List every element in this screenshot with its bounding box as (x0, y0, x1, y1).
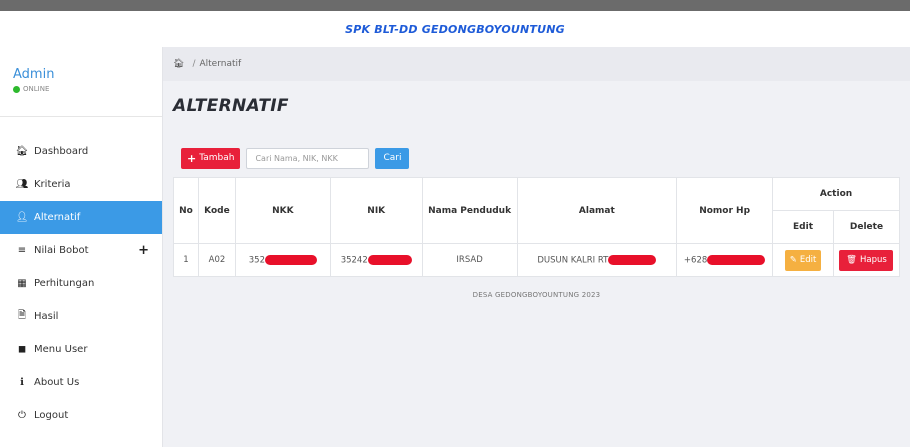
col-header-no: No (173, 177, 199, 244)
col-header-alamat: Alamat (516, 177, 678, 244)
cell-nik: 35242 (329, 243, 423, 277)
add-button-label: Tambah (199, 153, 235, 163)
calculator-icon: ▦ (17, 278, 27, 289)
cell-alamat: DUSUN KALRI RT (516, 243, 678, 277)
home-icon: 🏠︎ (15, 146, 29, 157)
top-header: SPK BLT-DD GEDONGBOYOUNTUNG (0, 0, 910, 47)
delete-button[interactable]: 🗑︎ Hapus (839, 249, 894, 271)
sidebar-item-label: Kriteria (34, 179, 71, 190)
user-square-icon: ◼ (17, 344, 27, 355)
user-name: Admin (13, 67, 55, 82)
sidebar-item-menu-user[interactable]: ◼ Menu User (0, 333, 162, 366)
user-icon: 👤︎ (15, 212, 29, 223)
cell-hp-text: +628 (683, 255, 708, 266)
user-status: ONLINE (13, 85, 162, 93)
sidebar-item-label: Alternatif (34, 212, 81, 223)
plus-icon: + (187, 151, 197, 165)
redaction-mark (264, 254, 317, 265)
redaction-mark (608, 254, 657, 265)
delete-button-label: Hapus (859, 255, 887, 265)
sidebar: Admin ONLINE 🏠︎ Dashboard 👥︎ Kriteria 👤︎… (0, 47, 163, 447)
user-status-label: ONLINE (23, 85, 50, 93)
sidebar-item-logout[interactable]: ⏻ Logout (0, 399, 162, 432)
cell-delete: 🗑︎ Hapus (832, 243, 901, 277)
add-button[interactable]: + Tambah (181, 147, 241, 169)
breadcrumb: 🏠︎ / Alternatif (163, 47, 910, 81)
edit-button-label: Edit (799, 255, 817, 265)
breadcrumb-separator: / (192, 59, 196, 69)
table-row: 1 A02 352 35242 IRSAD DUSUN KALRI RT +62… (173, 243, 901, 277)
sidebar-item-label: About Us (34, 377, 80, 388)
edit-icon: ✎ (789, 255, 797, 265)
col-header-hp: Nomor Hp (676, 177, 774, 244)
sidebar-menu: 🏠︎ Dashboard 👥︎ Kriteria 👤︎ Alternatif ≡… (0, 135, 162, 432)
expand-plus-icon[interactable]: + (138, 243, 149, 258)
list-icon: ≡ (17, 245, 27, 256)
cell-edit: ✎ Edit (772, 243, 834, 277)
sidebar-item-label: Hasil (34, 311, 59, 322)
sidebar-item-kriteria[interactable]: 👥︎ Kriteria (0, 168, 162, 201)
col-header-action: Action (772, 177, 900, 211)
info-icon: ℹ (20, 377, 24, 388)
col-header-nama: Nama Penduduk (421, 177, 518, 244)
sidebar-item-nilai-bobot[interactable]: ≡ Nilai Bobot + (0, 234, 162, 267)
cell-kode: A02 (197, 243, 236, 277)
redaction-mark (707, 254, 766, 265)
breadcrumb-current: Alternatif (199, 59, 242, 69)
users-icon: 👥︎ (15, 179, 29, 190)
cell-nkk: 352 (234, 243, 331, 277)
col-header-kode: Kode (197, 177, 236, 244)
sidebar-item-alternatif[interactable]: 👤︎ Alternatif (0, 201, 162, 234)
col-header-nkk: NKK (234, 177, 331, 244)
app-title: SPK BLT-DD GEDONGBOYOUNTUNG (345, 22, 565, 36)
col-header-delete: Delete (832, 210, 901, 244)
page-title: ALTERNATIF (173, 96, 289, 116)
cell-nkk-text: 352 (248, 255, 265, 266)
cell-nama: IRSAD (421, 243, 518, 277)
sidebar-item-hasil[interactable]: 🗎︎ Hasil (0, 300, 162, 333)
home-icon[interactable]: 🏠︎ (173, 59, 184, 69)
search-button[interactable]: Cari (375, 147, 410, 169)
cell-no: 1 (173, 243, 199, 277)
sidebar-item-perhitungan[interactable]: ▦ Perhitungan (0, 267, 162, 300)
online-dot-icon (13, 85, 20, 93)
edit-button[interactable]: ✎ Edit (785, 249, 821, 271)
footer-text: DESA GEDONGBOYOUNTUNG 2023 (472, 291, 601, 299)
file-icon: 🗎︎ (17, 310, 27, 321)
sidebar-item-dashboard[interactable]: 🏠︎ Dashboard (0, 135, 162, 168)
cell-alamat-text: DUSUN KALRI RT (537, 255, 609, 266)
sidebar-item-label: Nilai Bobot (34, 245, 89, 256)
main-content: 🏠︎ / Alternatif ALTERNATIF + Tambah Cari… (163, 47, 910, 447)
sidebar-item-label: Dashboard (34, 146, 89, 157)
sidebar-item-label: Perhitungan (34, 278, 95, 289)
cell-nik-text: 35242 (340, 255, 368, 266)
toolbar: + Tambah Cari Nama, NIK, NKK Cari (173, 139, 900, 177)
sidebar-item-label: Logout (34, 410, 69, 421)
col-header-edit: Edit (772, 210, 834, 244)
power-icon: ⏻ (18, 410, 26, 421)
sidebar-item-about-us[interactable]: ℹ About Us (0, 366, 162, 399)
cell-hp: +628 (676, 243, 774, 277)
alternatif-table: No Kode NKK NIK Nama Penduduk Alamat Nom… (173, 177, 901, 277)
sidebar-item-label: Menu User (34, 344, 88, 355)
search-input[interactable]: Cari Nama, NIK, NKK (246, 147, 370, 169)
user-panel: Admin ONLINE (0, 47, 162, 117)
redaction-mark (367, 254, 412, 265)
trash-icon: 🗑︎ (846, 255, 857, 265)
col-header-nik: NIK (329, 177, 423, 244)
